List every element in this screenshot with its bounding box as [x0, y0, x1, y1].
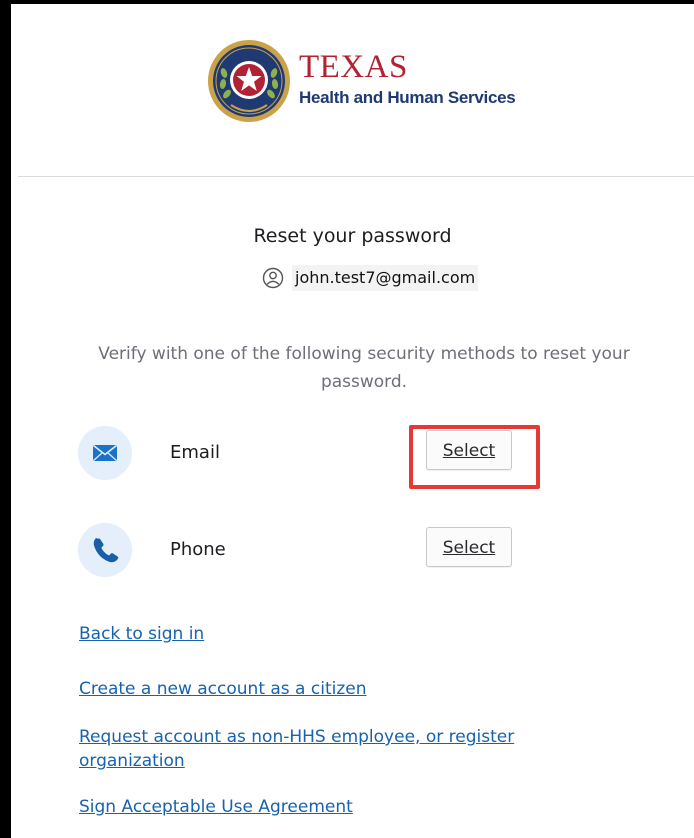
user-icon: [262, 267, 284, 289]
instructions-text: Verify with one of the following securit…: [98, 344, 630, 392]
create-citizen-account-link[interactable]: Create a new account as a citizen: [79, 677, 367, 701]
method-label-phone: Phone: [170, 539, 226, 560]
logo-subtitle: Health and Human Services: [299, 88, 516, 107]
header-divider: [18, 176, 694, 177]
mail-icon: [78, 426, 132, 480]
method-label-email: Email: [170, 442, 220, 463]
phone-select-button[interactable]: Select: [426, 527, 512, 567]
user-email: john.test7@gmail.com: [292, 265, 479, 291]
method-phone: Phone Select: [78, 523, 528, 579]
texas-hhs-logo: TEXAS Health and Human Services: [207, 39, 527, 127]
highlight-box: [409, 425, 540, 489]
sign-use-agreement-link[interactable]: Sign Acceptable Use Agreement: [79, 795, 353, 819]
logo-title: TEXAS: [299, 49, 408, 85]
back-to-sign-in-link[interactable]: Back to sign in: [79, 622, 204, 646]
phone-icon: [78, 523, 132, 577]
texas-seal-icon: [208, 40, 290, 122]
request-account-link[interactable]: Request account as non-HHS employee, or …: [79, 725, 599, 773]
page-title: Reset your password: [253, 225, 452, 247]
